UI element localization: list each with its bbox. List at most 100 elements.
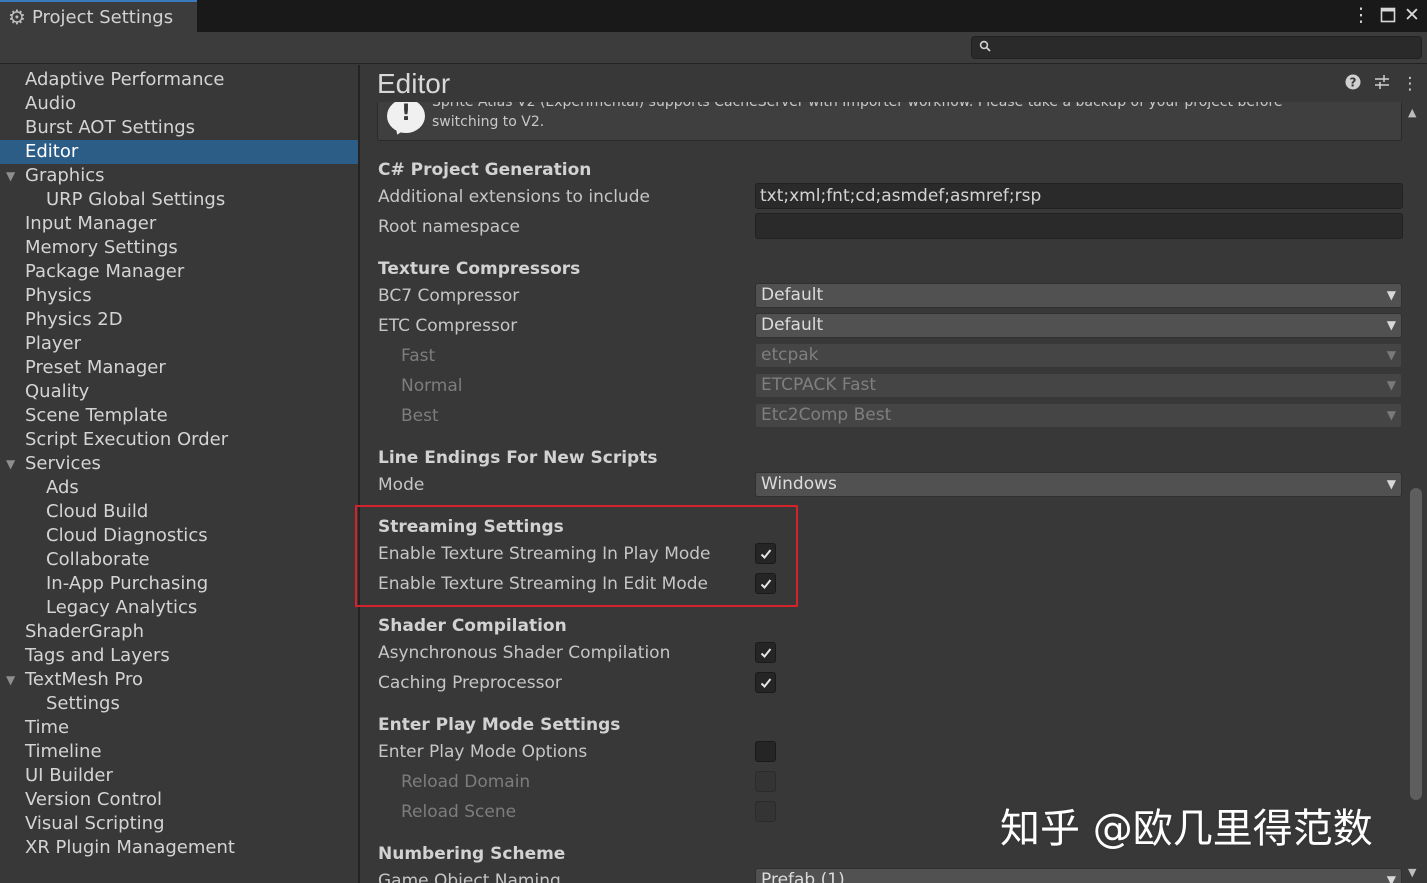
sidebar-item-quality[interactable]: Quality — [0, 380, 358, 404]
sidebar-item-adaptive-performance[interactable]: Adaptive Performance — [0, 68, 358, 92]
sidebar-item-settings[interactable]: Settings — [0, 692, 358, 716]
sidebar-item-time[interactable]: Time — [0, 716, 358, 740]
sidebar-item-memory-settings[interactable]: Memory Settings — [0, 236, 358, 260]
sidebar-item-shadergraph[interactable]: ShaderGraph — [0, 620, 358, 644]
sidebar-item-input-manager[interactable]: Input Manager — [0, 212, 358, 236]
sidebar-item-label: URP Global Settings — [46, 189, 226, 210]
sidebar-item-tags-and-layers[interactable]: Tags and Layers — [0, 644, 358, 668]
close-icon[interactable]: ✕ — [1400, 3, 1424, 27]
sidebar-item-urp-global-settings[interactable]: URP Global Settings — [0, 188, 358, 212]
section-csharp-header: C# Project Generation — [378, 160, 592, 180]
sidebar-item-label: Script Execution Order — [25, 429, 229, 450]
sidebar-item-label: Player — [25, 333, 82, 354]
sidebar-item-label: Memory Settings — [25, 237, 178, 258]
sidebar-item-audio[interactable]: Audio — [0, 92, 358, 116]
expand-arrow-icon[interactable]: ▼ — [6, 452, 15, 476]
sidebar-item-label: Time — [25, 717, 70, 738]
etc-fast-value: etcpak — [761, 345, 819, 365]
sidebar-item-physics[interactable]: Physics — [0, 284, 358, 308]
reload-domain-label: Reload Domain — [401, 772, 531, 792]
line-endings-mode-label: Mode — [378, 475, 425, 495]
sidebar-item-script-execution-order[interactable]: Script Execution Order — [0, 428, 358, 452]
play-mode-options-label: Enter Play Mode Options — [378, 742, 588, 762]
async-shader-label: Asynchronous Shader Compilation — [378, 643, 671, 663]
editor-settings-panel: Editor ? ⋮ ! Sprite Atlas V2 (Experiment… — [362, 65, 1427, 883]
sidebar-item-graphics[interactable]: ▼ Graphics — [0, 164, 358, 188]
scroll-down-arrow-icon[interactable]: ▼ — [1408, 866, 1416, 879]
etc-compressor-label: ETC Compressor — [378, 316, 518, 336]
sidebar-item-collaborate[interactable]: Collaborate — [0, 548, 358, 572]
more-icon[interactable]: ⋮ — [1400, 74, 1420, 94]
scroll-up-arrow-icon[interactable]: ▲ — [1408, 106, 1416, 119]
sidebar-item-visual-scripting[interactable]: Visual Scripting — [0, 812, 358, 836]
page-title: Editor — [377, 68, 451, 99]
reload-domain-checkbox — [755, 771, 776, 792]
sidebar-item-label: UI Builder — [25, 765, 113, 786]
sidebar-item-version-control[interactable]: Version Control — [0, 788, 358, 812]
sidebar-item-label: Services — [25, 453, 101, 474]
maximize-icon[interactable] — [1376, 3, 1400, 27]
game-object-naming-label: Game Object Naming — [378, 871, 561, 883]
help-icon[interactable]: ? — [1343, 74, 1363, 95]
sidebar-item-burst-aot-settings[interactable]: Burst AOT Settings — [0, 116, 358, 140]
scrollbar-thumb[interactable] — [1410, 488, 1422, 800]
sidebar-item-label: Version Control — [25, 789, 162, 810]
expand-arrow-icon[interactable]: ▼ — [6, 668, 15, 692]
section-play-mode-header: Enter Play Mode Settings — [378, 715, 621, 735]
tab-title: Project Settings — [31, 6, 174, 28]
help-text-line1: Sprite Atlas V2 (Experimental) supports … — [432, 102, 1283, 110]
gear-icon: ⚙ — [8, 5, 26, 29]
sidebar-item-package-manager[interactable]: Package Manager — [0, 260, 358, 284]
line-endings-mode-dropdown[interactable]: Windows ▼ — [755, 472, 1402, 497]
sidebar-item-ads[interactable]: Ads — [0, 476, 358, 500]
bc7-compressor-dropdown[interactable]: Default ▼ — [755, 283, 1402, 308]
preset-sliders-icon[interactable] — [1372, 74, 1392, 95]
sidebar-item-label: Physics — [25, 285, 92, 306]
etc-compressor-dropdown[interactable]: Default ▼ — [755, 313, 1402, 338]
sidebar-item-cloud-build[interactable]: Cloud Build — [0, 500, 358, 524]
highlight-box — [355, 505, 798, 607]
sidebar-item-label: ShaderGraph — [25, 621, 144, 642]
sidebar-item-editor[interactable]: Editor — [0, 140, 358, 164]
game-object-naming-dropdown[interactable]: Prefab (1) ▼ — [755, 868, 1402, 883]
sidebar-item-xr-plugin-management[interactable]: XR Plugin Management — [0, 836, 358, 860]
sidebar-item-player[interactable]: Player — [0, 332, 358, 356]
async-shader-checkbox[interactable] — [755, 642, 776, 663]
sidebar-item-textmesh-pro[interactable]: ▼ TextMesh Pro — [0, 668, 358, 692]
etc-fast-label: Fast — [401, 346, 436, 366]
sidebar-item-in-app-purchasing[interactable]: In-App Purchasing — [0, 572, 358, 596]
sidebar-item-label: TextMesh Pro — [25, 669, 144, 690]
expand-arrow-icon[interactable]: ▼ — [6, 164, 15, 188]
sidebar-item-physics-2d[interactable]: Physics 2D — [0, 308, 358, 332]
sidebar-item-timeline[interactable]: Timeline — [0, 740, 358, 764]
more-icon[interactable]: ⋮ — [1349, 3, 1373, 27]
caching-preprocessor-checkbox[interactable] — [755, 672, 776, 693]
sidebar-item-label: Legacy Analytics — [46, 597, 198, 618]
section-texture-header: Texture Compressors — [378, 259, 581, 279]
bc7-compressor-value: Default — [761, 285, 824, 305]
etc-normal-label: Normal — [401, 376, 463, 396]
sidebar-item-cloud-diagnostics[interactable]: Cloud Diagnostics — [0, 524, 358, 548]
sidebar-item-label: Collaborate — [46, 549, 150, 570]
sidebar-item-label: Adaptive Performance — [25, 69, 225, 90]
sidebar-item-label: Timeline — [25, 741, 102, 762]
help-text-line2: switching to V2. — [432, 114, 545, 130]
additional-extensions-field[interactable]: txt;xml;fnt;cd;asmdef;asmref;rsp — [755, 183, 1403, 209]
chevron-down-icon: ▼ — [1386, 873, 1396, 883]
sidebar-item-preset-manager[interactable]: Preset Manager — [0, 356, 358, 380]
sidebar-item-services[interactable]: ▼ Services — [0, 452, 358, 476]
sidebar-item-label: Scene Template — [25, 405, 168, 426]
search-input[interactable] — [971, 36, 1422, 59]
sidebar-item-ui-builder[interactable]: UI Builder — [0, 764, 358, 788]
sidebar-item-legacy-analytics[interactable]: Legacy Analytics — [0, 596, 358, 620]
sidebar-item-label: Visual Scripting — [25, 813, 165, 834]
root-namespace-field[interactable] — [755, 213, 1403, 239]
etc-normal-value: ETCPACK Fast — [761, 375, 877, 395]
info-bubble-icon: ! — [387, 102, 425, 133]
sidebar-item-scene-template[interactable]: Scene Template — [0, 404, 358, 428]
sidebar-item-label: Audio — [25, 93, 77, 114]
bc7-compressor-label: BC7 Compressor — [378, 286, 520, 306]
tab-project-settings[interactable]: ⚙ Project Settings — [0, 0, 197, 32]
sidebar-item-label: Editor — [25, 141, 79, 162]
play-mode-options-checkbox[interactable] — [755, 741, 776, 762]
